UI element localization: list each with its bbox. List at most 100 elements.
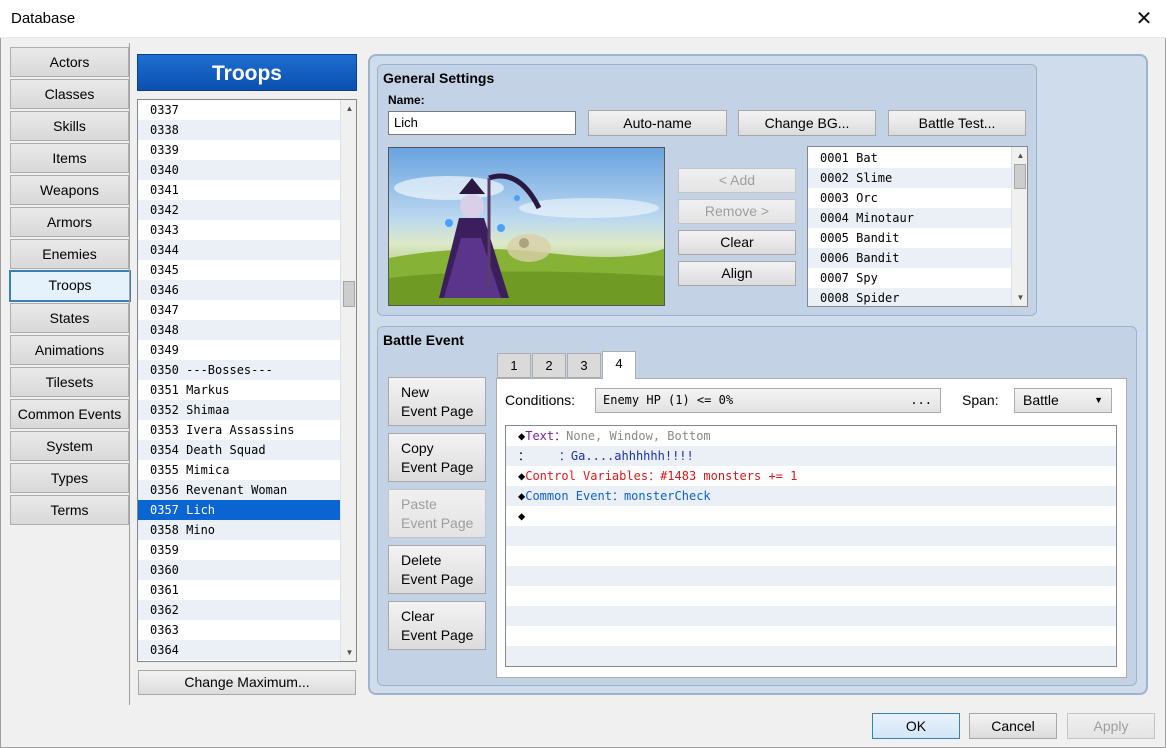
button-label-line1: New (401, 384, 430, 400)
event-command-name: Control Variables (525, 469, 649, 483)
troop-list-item[interactable]: 0354 Death Squad (138, 440, 340, 460)
troop-list-item[interactable]: 0349 (138, 340, 340, 360)
conditions-field[interactable]: Enemy HP (1) <= 0% ... (595, 388, 941, 413)
remove-enemy-button[interactable]: Remove > (678, 199, 796, 224)
scroll-down-icon[interactable]: ▼ (1013, 290, 1027, 305)
paste-event-page-button[interactable]: Paste Event Page (388, 489, 486, 538)
category-tab-weapons[interactable]: Weapons (10, 175, 129, 205)
troop-list-item[interactable]: 0347 (138, 300, 340, 320)
event-command-list[interactable]: ◆Text：None, Window, Bottom： ：Ga....ahhhh… (505, 425, 1117, 667)
category-tab-armors[interactable]: Armors (10, 207, 129, 237)
scroll-up-icon[interactable]: ▲ (342, 101, 356, 116)
enemy-list-item[interactable]: 0008 Spider (808, 288, 1011, 306)
event-command-empty-row (506, 646, 1116, 666)
category-tab-classes[interactable]: Classes (10, 79, 129, 109)
new-event-page-button[interactable]: New Event Page (388, 377, 486, 426)
scroll-thumb[interactable] (1014, 164, 1026, 189)
enemy-list-item[interactable]: 0001 Bat (808, 148, 1011, 168)
category-tab-actors[interactable]: Actors (10, 47, 129, 77)
troop-list-item[interactable]: 0357 Lich (138, 500, 340, 520)
troop-list-item[interactable]: 0351 Markus (138, 380, 340, 400)
category-tab-animations[interactable]: Animations (10, 335, 129, 365)
category-tab-skills[interactable]: Skills (10, 111, 129, 141)
cancel-button[interactable]: Cancel (969, 713, 1057, 739)
battle-test-button[interactable]: Battle Test... (888, 110, 1026, 136)
troop-list-item[interactable]: 0348 (138, 320, 340, 340)
general-settings-title: General Settings (383, 70, 495, 86)
apply-button[interactable]: Apply (1067, 713, 1155, 739)
enemy-list-item[interactable]: 0002 Slime (808, 168, 1011, 188)
event-command-separator: ： (648, 469, 661, 483)
change-bg-button[interactable]: Change BG... (738, 110, 876, 136)
troop-list-item[interactable]: 0341 (138, 180, 340, 200)
troop-list-item[interactable]: 0339 (138, 140, 340, 160)
clear-button[interactable]: Clear (678, 230, 796, 255)
troop-list-item[interactable]: 0353 Ivera Assassins (138, 420, 340, 440)
delete-event-page-button[interactable]: Delete Event Page (388, 545, 486, 594)
event-command-row[interactable]: ◆Common Event：monsterCheck (506, 486, 1116, 506)
scroll-thumb[interactable] (343, 281, 355, 307)
button-label-line1: Clear (401, 608, 435, 624)
troop-list[interactable]: 0337 0338 0339 0340 0341 0342 0343 0344 0345 0346… (137, 99, 357, 662)
category-tab-items[interactable]: Items (10, 143, 129, 173)
battle-preview[interactable] (388, 147, 665, 306)
troop-list-item[interactable]: 0338 (138, 120, 340, 140)
troop-list-item[interactable]: 0363 (138, 620, 340, 640)
category-tab-enemies[interactable]: Enemies (10, 239, 129, 269)
event-command-row[interactable]: ： ：Ga....ahhhhhh!!!! (506, 446, 1116, 466)
category-tab-common-events[interactable]: Common Events (10, 399, 129, 429)
add-enemy-button[interactable]: < Add (678, 168, 796, 193)
scroll-up-icon[interactable]: ▲ (1013, 148, 1027, 163)
category-tab-states[interactable]: States (10, 303, 129, 333)
troop-list-item[interactable]: 0358 Mino (138, 520, 340, 540)
category-tab-tilesets[interactable]: Tilesets (10, 367, 129, 397)
troop-list-item[interactable]: 0364 (138, 640, 340, 660)
event-command-row[interactable]: ◆ (506, 506, 1116, 526)
troop-list-item[interactable]: 0356 Revenant Woman (138, 480, 340, 500)
align-button[interactable]: Align (678, 261, 796, 286)
troop-list-item[interactable]: 0359 (138, 540, 340, 560)
category-tab-system[interactable]: System (10, 431, 129, 461)
enemy-list-item[interactable]: 0004 Minotaur (808, 208, 1011, 228)
troop-list-item[interactable]: 0342 (138, 200, 340, 220)
copy-event-page-button[interactable]: Copy Event Page (388, 433, 486, 482)
tab-page-1[interactable]: 1 (497, 353, 531, 378)
troop-list-scrollbar[interactable]: ▲ ▼ (340, 100, 356, 661)
enemy-list-item[interactable]: 0006 Bandit (808, 248, 1011, 268)
troop-list-item[interactable]: 0352 Shimaa (138, 400, 340, 420)
category-tab-types[interactable]: Types (10, 463, 129, 493)
enemy-list-item[interactable]: 0005 Bandit (808, 228, 1011, 248)
tab-page-2[interactable]: 2 (532, 353, 566, 378)
change-maximum-button[interactable]: Change Maximum... (138, 670, 356, 695)
troop-list-item[interactable]: 0337 (138, 100, 340, 120)
clear-event-page-button[interactable]: Clear Event Page (388, 601, 486, 650)
troop-list-item[interactable]: 0361 (138, 580, 340, 600)
troop-list-item[interactable]: 0346 (138, 280, 340, 300)
troop-list-item[interactable]: 0345 (138, 260, 340, 280)
troop-list-item[interactable]: 0350 ---Bosses--- (138, 360, 340, 380)
enemy-list[interactable]: 0001 Bat 0002 Slime 0003 Orc 0004 Minotaur 0… (807, 146, 1028, 307)
troop-list-item[interactable]: 0360 (138, 560, 340, 580)
name-input[interactable]: Lich (388, 111, 576, 135)
tab-page-3[interactable]: 3 (567, 353, 601, 378)
close-icon[interactable]: ✕ (1128, 4, 1160, 34)
button-label-line2: Event Page (401, 515, 474, 531)
troop-list-item[interactable]: 0344 (138, 240, 340, 260)
scroll-down-icon[interactable]: ▼ (342, 645, 356, 660)
category-tab-terms[interactable]: Terms (10, 495, 129, 525)
troop-list-item[interactable]: 0355 Mimica (138, 460, 340, 480)
troop-list-item[interactable]: 0340 (138, 160, 340, 180)
event-command-row[interactable]: ◆Control Variables：#1483 monsters += 1 (506, 466, 1116, 486)
ok-button[interactable]: OK (872, 713, 960, 739)
troop-list-item[interactable]: 0343 (138, 220, 340, 240)
enemy-list-scrollbar[interactable]: ▲ ▼ (1011, 147, 1027, 306)
category-tab-troops[interactable]: Troops (9, 270, 131, 302)
span-select[interactable]: Battle ▼ (1014, 388, 1112, 413)
enemy-list-item[interactable]: 0003 Orc (808, 188, 1011, 208)
event-command-row[interactable]: ◆Text：None, Window, Bottom (506, 426, 1116, 446)
troop-list-item[interactable]: 0362 (138, 600, 340, 620)
tab-page-4[interactable]: 4 (602, 351, 636, 379)
button-label-line2: Event Page (401, 403, 474, 419)
enemy-list-item[interactable]: 0007 Spy (808, 268, 1011, 288)
auto-name-button[interactable]: Auto-name (588, 110, 727, 136)
